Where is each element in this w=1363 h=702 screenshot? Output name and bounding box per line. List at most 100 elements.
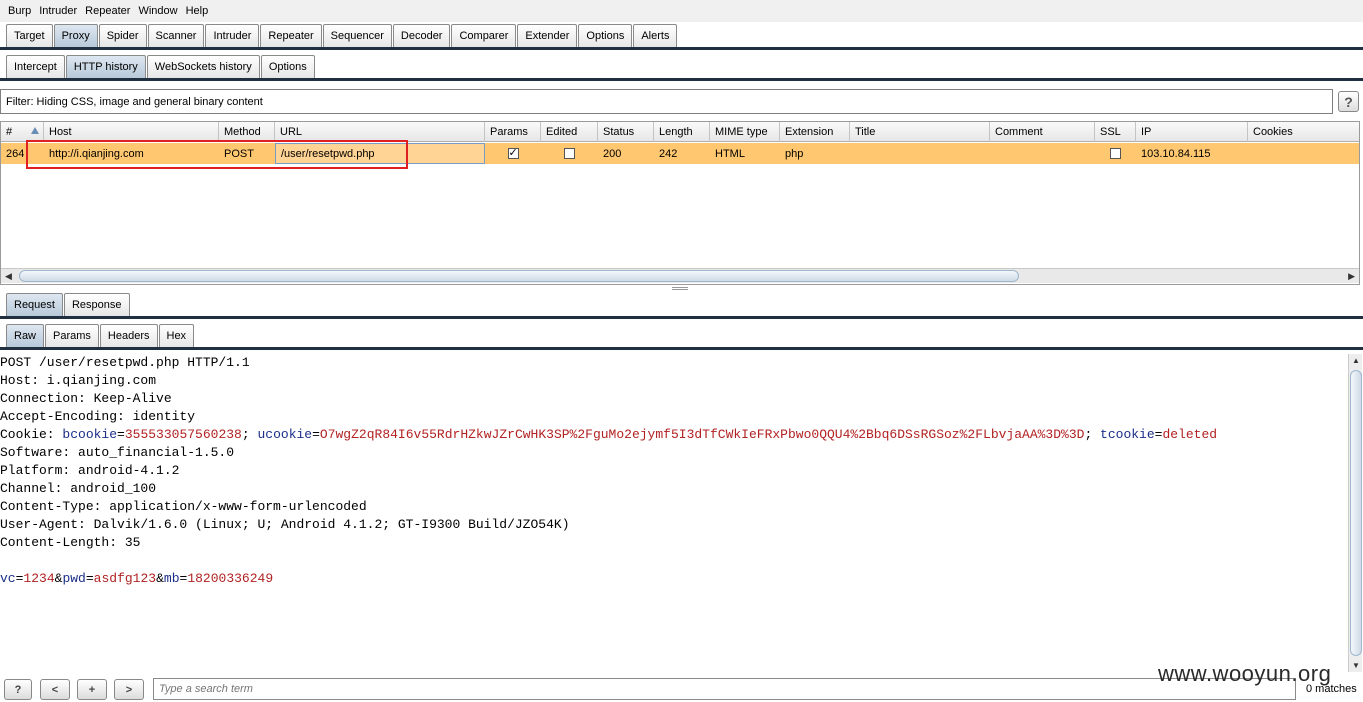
raw-request-editor[interactable]: POST /user/resetpwd.php HTTP/1.1 Host: i…	[0, 354, 1348, 672]
search-input[interactable]	[153, 678, 1296, 700]
proxy-tab-bar: Intercept HTTP history WebSockets histor…	[0, 55, 1363, 81]
cell-params	[485, 143, 541, 164]
request-body: vc=1234&pwd=asdfg123&mb=18200336249	[0, 571, 274, 586]
tab-sequencer[interactable]: Sequencer	[322, 24, 392, 47]
watermark-text: www.wooyun.org	[1158, 661, 1332, 686]
search-add-button[interactable]: +	[77, 679, 107, 700]
cell-title	[850, 143, 990, 164]
tab-websockets-history[interactable]: WebSockets history	[146, 55, 260, 78]
main-tab-bar: Target Proxy Spider Scanner Intruder Rep…	[0, 24, 1363, 50]
menu-burp[interactable]: Burp	[4, 5, 35, 17]
scroll-down-arrow-icon[interactable]: ▼	[1352, 661, 1360, 670]
scroll-right-arrow-icon[interactable]: ▶	[1348, 271, 1355, 282]
tab-extender[interactable]: Extender	[517, 24, 578, 47]
tab-proxy[interactable]: Proxy	[53, 24, 98, 47]
column-header-method[interactable]: Method	[219, 122, 275, 142]
tab-intruder[interactable]: Intruder	[205, 24, 260, 47]
tab-repeater[interactable]: Repeater	[260, 24, 322, 47]
tab-proxy-options[interactable]: Options	[260, 55, 315, 78]
params-checkbox	[507, 146, 519, 159]
column-header-params[interactable]: Params	[485, 122, 541, 142]
table-row[interactable]: 264 http://i.qianjing.com POST /user/res…	[1, 143, 1359, 164]
column-header-mime-type[interactable]: MIME type	[710, 122, 780, 142]
cell-length: 242	[659, 147, 678, 160]
menu-window[interactable]: Window	[134, 5, 181, 17]
menu-help[interactable]: Help	[182, 5, 213, 17]
menu-intruder[interactable]: Intruder	[35, 5, 81, 17]
cell-host: http://i.qianjing.com	[49, 147, 144, 160]
cell-edited	[541, 143, 598, 164]
cell-method: POST	[224, 147, 254, 160]
search-help-button[interactable]: ?	[4, 679, 32, 700]
header-user-agent: User-Agent: Dalvik/1.6.0 (Linux; U; Andr…	[0, 517, 570, 532]
column-header-ip[interactable]: IP	[1136, 122, 1248, 142]
sort-ascending-icon	[31, 127, 39, 134]
column-header-url[interactable]: URL	[275, 122, 485, 142]
scroll-up-arrow-icon[interactable]: ▲	[1352, 356, 1360, 365]
header-content-type: Content-Type: application/x-www-form-url…	[0, 499, 367, 514]
tab-scanner[interactable]: Scanner	[147, 24, 205, 47]
ssl-checkbox	[1110, 148, 1121, 159]
cell-cookies	[1248, 143, 1359, 164]
request-line: POST /user/resetpwd.php HTTP/1.1	[0, 355, 250, 370]
column-header-length[interactable]: Length	[654, 122, 710, 142]
http-history-table: # Host Method URL Params Edited Status L…	[0, 121, 1360, 285]
tab-comparer[interactable]: Comparer	[451, 24, 517, 47]
tab-headers[interactable]: Headers	[99, 324, 158, 347]
cell-ip: 103.10.84.115	[1141, 147, 1211, 160]
scrollbar-thumb[interactable]	[19, 270, 1019, 282]
header-platform: Platform: android-4.1.2	[0, 463, 180, 478]
column-header-title[interactable]: Title	[850, 122, 990, 142]
column-header-edited[interactable]: Edited	[541, 122, 598, 142]
edited-checkbox	[564, 148, 575, 159]
header-content-length: Content-Length: 35	[0, 535, 141, 550]
header-host: Host: i.qianjing.com	[0, 373, 157, 388]
column-header-status[interactable]: Status	[598, 122, 654, 142]
menu-bar: Burp Intruder Repeater Window Help	[0, 0, 1363, 22]
header-channel: Channel: android_100	[0, 481, 157, 496]
cell-mime-type: HTML	[715, 147, 745, 160]
table-horizontal-scrollbar[interactable]: ◀ ▶	[1, 268, 1359, 283]
table-header: # Host Method URL Params Edited Status L…	[1, 122, 1359, 142]
column-header-host[interactable]: Host	[44, 122, 219, 142]
tab-decoder[interactable]: Decoder	[392, 24, 451, 47]
tab-options[interactable]: Options	[578, 24, 633, 47]
header-software: Software: auto_financial-1.5.0	[0, 445, 235, 460]
column-header-comment[interactable]: Comment	[990, 122, 1095, 142]
tab-http-history[interactable]: HTTP history	[65, 55, 146, 78]
filter-bar[interactable]: Filter: Hiding CSS, image and general bi…	[0, 89, 1333, 114]
tab-raw[interactable]: Raw	[6, 324, 45, 347]
tab-alerts[interactable]: Alerts	[633, 24, 678, 47]
cell-number: 264	[6, 147, 25, 160]
tab-hex[interactable]: Hex	[158, 324, 195, 347]
cell-status: 200	[603, 147, 622, 160]
column-header-cookies[interactable]: Cookies	[1248, 122, 1359, 142]
menu-repeater[interactable]: Repeater	[81, 5, 134, 17]
search-previous-button[interactable]: <	[40, 679, 70, 700]
view-tab-bar: Raw Params Headers Hex	[0, 324, 1363, 350]
column-header-extension[interactable]: Extension	[780, 122, 850, 142]
tab-request[interactable]: Request	[6, 293, 63, 316]
header-connection: Connection: Keep-Alive	[0, 391, 172, 406]
header-accept-encoding: Accept-Encoding: identity	[0, 409, 196, 424]
message-tab-bar: Request Response	[0, 293, 1363, 319]
tab-target[interactable]: Target	[6, 24, 53, 47]
filter-help-button[interactable]: ?	[1338, 91, 1359, 112]
cell-comment	[990, 143, 1095, 164]
tab-spider[interactable]: Spider	[98, 24, 147, 47]
pane-splitter-handle[interactable]	[672, 287, 688, 290]
tab-response[interactable]: Response	[63, 293, 130, 316]
editor-vertical-scrollbar[interactable]: ▲ ▼	[1348, 354, 1362, 672]
editor-scrollbar-thumb[interactable]	[1350, 370, 1362, 656]
filter-text: Filter: Hiding CSS, image and general bi…	[6, 95, 263, 108]
search-next-button[interactable]: >	[114, 679, 144, 700]
scroll-left-arrow-icon[interactable]: ◀	[5, 271, 12, 282]
tab-intercept[interactable]: Intercept	[6, 55, 65, 78]
column-header-number[interactable]: #	[1, 122, 44, 142]
cell-url: /user/resetpwd.php	[275, 143, 485, 164]
header-cookie: Cookie: bcookie=355533057560238; ucookie…	[0, 427, 1218, 442]
column-header-ssl[interactable]: SSL	[1095, 122, 1136, 142]
cell-extension: php	[785, 147, 804, 160]
tab-params[interactable]: Params	[45, 324, 99, 347]
